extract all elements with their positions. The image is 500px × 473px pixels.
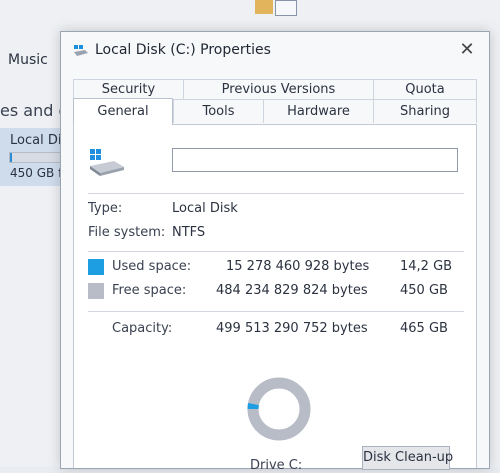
volume-label-input[interactable] bbox=[172, 148, 458, 172]
tab-sharing[interactable]: Sharing bbox=[373, 99, 477, 123]
divider bbox=[88, 311, 464, 312]
tab-general[interactable]: General bbox=[73, 98, 173, 125]
used-space-size: 14,2 GB bbox=[400, 259, 453, 274]
used-space-label: Used space: bbox=[112, 259, 192, 274]
drive-usage-bar bbox=[9, 152, 63, 163]
close-button[interactable]: ✕ bbox=[455, 38, 479, 62]
tab-security[interactable]: Security bbox=[73, 79, 183, 99]
hard-drive-icon bbox=[74, 45, 88, 56]
free-space-ring bbox=[247, 377, 311, 441]
tab-quota[interactable]: Quota bbox=[373, 79, 477, 99]
capacity-bytes: 499 513 290 752 bytes bbox=[216, 321, 368, 336]
used-space-swatch bbox=[88, 259, 104, 275]
tab-previous-versions[interactable]: Previous Versions bbox=[183, 79, 373, 99]
divider bbox=[88, 193, 464, 194]
drive-usage-bar-fill bbox=[10, 153, 12, 162]
type-value: Local Disk bbox=[172, 201, 238, 216]
used-space-bytes: 15 278 460 928 bytes bbox=[226, 259, 370, 274]
disk-cleanup-button[interactable]: Disk Clean-up bbox=[362, 446, 453, 470]
drive-tile-free: 450 GB f bbox=[10, 166, 63, 180]
general-tab-panel: Type: Local Disk File system: NTFS Used … bbox=[73, 124, 477, 473]
section-header: es and d bbox=[0, 101, 69, 120]
drive-tile-name: Local Di bbox=[10, 133, 62, 148]
free-space-size: 450 GB bbox=[400, 283, 448, 298]
capacity-size: 465 GB bbox=[400, 321, 448, 336]
tab-hardware[interactable]: Hardware bbox=[263, 99, 373, 123]
disk-usage-donut bbox=[247, 377, 311, 441]
type-label: Type: bbox=[88, 201, 123, 216]
tab-tools[interactable]: Tools bbox=[173, 99, 263, 123]
nav-item-music[interactable]: Music bbox=[8, 52, 48, 68]
dialog-title: Local Disk (C:) Properties bbox=[95, 42, 271, 58]
divider bbox=[88, 251, 464, 252]
capacity-label: Capacity: bbox=[112, 321, 173, 336]
local-disk-icon bbox=[90, 149, 124, 176]
free-space-bytes: 484 234 829 824 bytes bbox=[216, 283, 368, 298]
drive-caption: Drive C: bbox=[250, 458, 303, 473]
properties-dialog: Local Disk (C:) Properties ✕ Security Pr… bbox=[60, 31, 490, 473]
free-space-swatch bbox=[88, 283, 104, 299]
title-bar[interactable]: Local Disk (C:) Properties ✕ bbox=[61, 32, 489, 72]
drive-tile[interactable]: Local Di 450 GB f bbox=[0, 128, 63, 186]
free-space-label: Free space: bbox=[112, 283, 187, 298]
folder-icon bbox=[255, 0, 299, 16]
file-system-value: NTFS bbox=[172, 225, 206, 240]
file-system-label: File system: bbox=[88, 225, 166, 240]
